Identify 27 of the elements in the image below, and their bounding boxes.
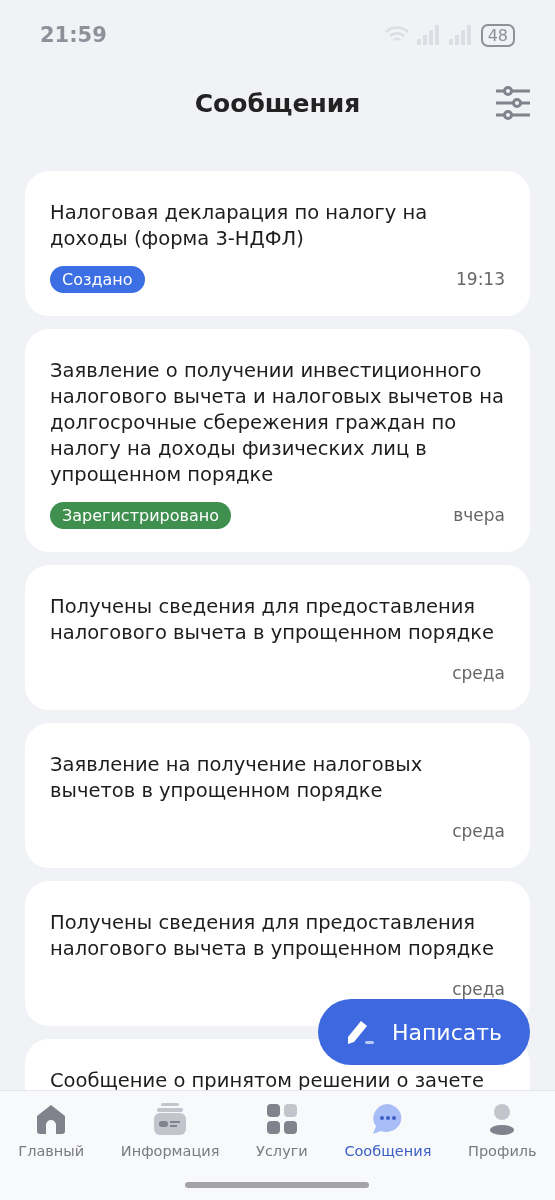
message-card[interactable]: Заявление о получении инвестиционного налогового вычета и налоговых вычетов на долгосрочные сбережения граждан по налогу на доходы физических лиц в упрощенном порядке Зарегистрировано вчера <box>25 329 530 552</box>
filter-icon[interactable] <box>495 86 531 120</box>
message-time: вчера <box>453 505 505 525</box>
message-title: Заявление о получении инвестиционного налогового вычета и налоговых вычетов на долгосрочные сбережения граждан по налогу на доходы физических лиц в упрощенном порядке <box>50 358 505 488</box>
message-time: среда <box>452 663 505 683</box>
message-card[interactable]: Получены сведения для предоставления налогового вычета в упрощенном порядке среда <box>25 565 530 710</box>
message-card[interactable]: Заявление на получение налоговых вычетов в упрощенном порядке среда <box>25 723 530 868</box>
message-card[interactable]: Налоговая декларация по налогу на доходы (форма 3-НДФЛ) Создано 19:13 <box>25 171 530 316</box>
message-time: среда <box>452 821 505 841</box>
nav-tab[interactable]: Главный <box>18 1101 85 1200</box>
card-icon <box>152 1101 189 1137</box>
status-badge: Зарегистрировано <box>50 501 231 529</box>
message-title: Заявление на получение налоговых вычетов в упрощенном порядке <box>50 752 424 804</box>
message-title: Налоговая декларация по налогу на доходы (форма 3-НДФЛ) <box>50 200 429 252</box>
message-time: 19:13 <box>456 269 505 289</box>
status-time: 21:59 <box>40 23 107 47</box>
pencil-icon <box>345 1018 376 1046</box>
screen-title: Сообщения <box>194 88 361 118</box>
nav-tab[interactable]: Сообщения <box>344 1101 432 1200</box>
message-title: Получены сведения для предоставления налогового вычета в упрощенном порядке <box>50 910 495 962</box>
message-title: Получены сведения для предоставления налогового вычета в упрощенном порядке <box>50 594 495 646</box>
message-time: среда <box>452 979 505 999</box>
nav-tab[interactable]: Профиль <box>468 1101 537 1200</box>
compose-button[interactable]: Написать <box>318 999 530 1065</box>
status-badge: Создано <box>50 265 145 293</box>
battery-level: 48 <box>480 23 515 47</box>
nav-tab[interactable]: Услуги <box>256 1101 308 1200</box>
